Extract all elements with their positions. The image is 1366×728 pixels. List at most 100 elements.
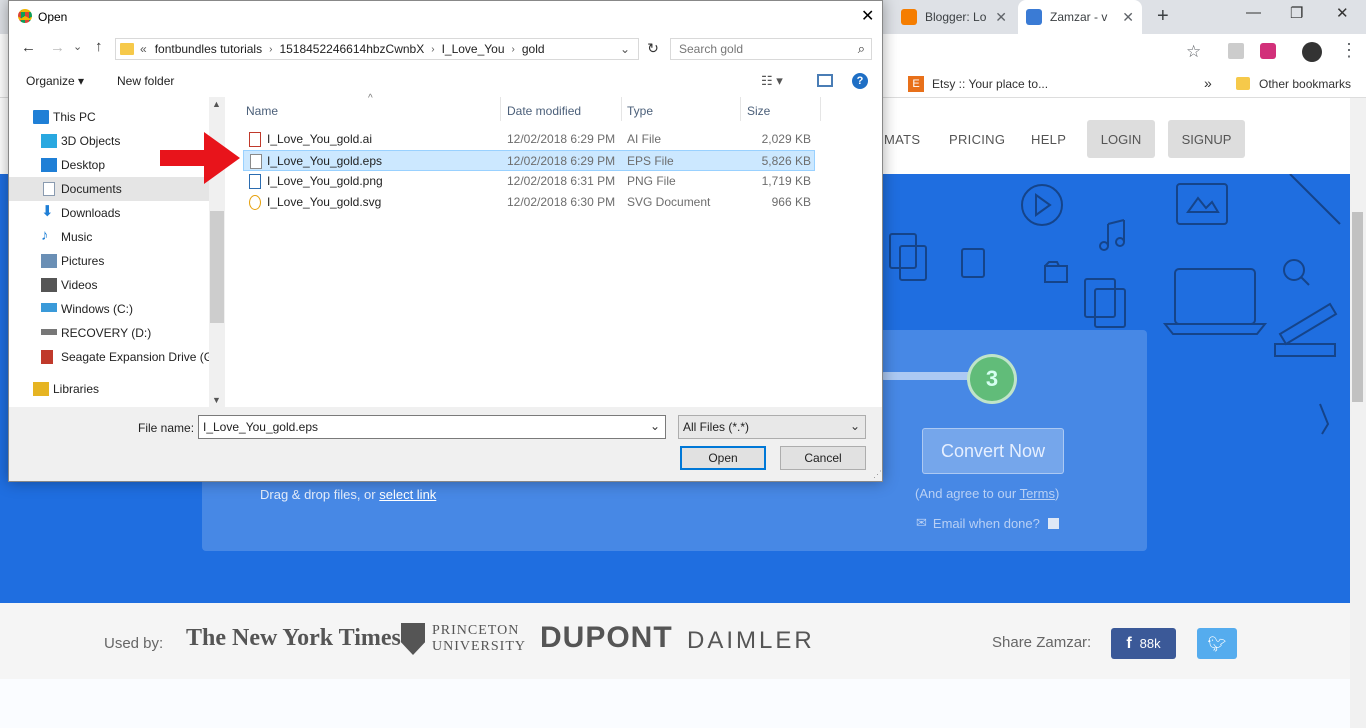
- nav-help[interactable]: HELP: [1031, 132, 1066, 147]
- file-type-select[interactable]: All Files (*.*) ⌄: [678, 415, 866, 439]
- breadcrumb-item[interactable]: I_Love_You: [442, 42, 505, 56]
- file-size: 5,826 KB: [761, 154, 811, 168]
- extension-icon[interactable]: [1260, 43, 1276, 59]
- file-row[interactable]: I_Love_You_gold.png 12/02/2018 6:31 PM P…: [243, 171, 815, 192]
- chevron-right-icon[interactable]: ›: [431, 44, 434, 55]
- page-footer: [0, 679, 1350, 728]
- organize-menu[interactable]: Organize ▾: [26, 74, 84, 88]
- nav-item-this-pc[interactable]: This PC: [9, 105, 209, 129]
- videos-icon: [41, 278, 57, 292]
- nav-item-downloads[interactable]: ⬇ Downloads: [9, 201, 209, 225]
- chevron-down-icon[interactable]: ⌄: [850, 419, 860, 433]
- column-header-type[interactable]: Type: [627, 104, 653, 118]
- dialog-close-icon[interactable]: ✕: [861, 6, 874, 26]
- chevron-right-icon[interactable]: ›: [269, 44, 272, 55]
- breadcrumb-item[interactable]: 1518452246614hbzCwnbX: [279, 42, 424, 56]
- file-date: 12/02/2018 6:30 PM: [507, 195, 616, 209]
- libraries-icon: [33, 382, 49, 396]
- column-separator[interactable]: [621, 97, 622, 121]
- bookmark-etsy[interactable]: Etsy :: Your place to...: [932, 77, 1048, 91]
- file-type: SVG Document: [627, 195, 711, 209]
- recent-dropdown-icon[interactable]: ⌄: [73, 40, 82, 53]
- nav-item-music[interactable]: ♪ Music: [9, 225, 209, 249]
- breadcrumb-overflow[interactable]: «: [140, 42, 147, 56]
- page-scrollbar[interactable]: [1350, 98, 1366, 728]
- scroll-down-icon[interactable]: ▼: [212, 395, 221, 405]
- facebook-count: 88k: [1139, 636, 1161, 651]
- chevron-right-icon[interactable]: ›: [512, 44, 515, 55]
- column-separator[interactable]: [740, 97, 741, 121]
- file-name: I_Love_You_gold.png: [267, 174, 383, 188]
- nav-item-pictures[interactable]: Pictures: [9, 249, 209, 273]
- tab-blogger[interactable]: Blogger: Lo ✕: [893, 0, 1015, 34]
- address-bar[interactable]: « fontbundles tutorials › 1518452246614h…: [115, 38, 639, 60]
- envelope-icon: ✉: [916, 515, 927, 530]
- nav-item-recovery-d[interactable]: RECOVERY (D:): [9, 321, 209, 345]
- minimize-icon[interactable]: —: [1246, 4, 1261, 21]
- tab-zamzar[interactable]: Zamzar - v ✕: [1018, 0, 1142, 34]
- column-header-size[interactable]: Size: [747, 104, 770, 118]
- cancel-button[interactable]: Cancel: [780, 446, 866, 470]
- close-icon[interactable]: ✕: [1122, 9, 1134, 26]
- nav-pricing[interactable]: PRICING: [949, 132, 1005, 147]
- new-folder-button[interactable]: New folder: [117, 74, 174, 88]
- nav-item-seagate-g[interactable]: Seagate Expansion Drive (G:: [9, 345, 209, 369]
- login-button[interactable]: LOGIN: [1087, 120, 1155, 158]
- window-close-icon[interactable]: ✕: [1336, 4, 1349, 22]
- page-scrollbar-thumb[interactable]: [1352, 212, 1363, 402]
- file-row[interactable]: I_Love_You_gold.svg 12/02/2018 6:30 PM S…: [243, 192, 815, 213]
- select-link[interactable]: select link: [379, 487, 436, 502]
- nav-formats[interactable]: MATS: [884, 132, 920, 147]
- signup-button[interactable]: SIGNUP: [1168, 120, 1245, 158]
- bookmark-other[interactable]: Other bookmarks: [1259, 77, 1351, 91]
- open-button[interactable]: Open: [680, 446, 766, 470]
- refresh-icon[interactable]: ↻: [643, 40, 663, 60]
- drag-drop-text: Drag & drop files, or select link: [260, 487, 436, 502]
- view-options-icon[interactable]: ☷ ▾: [761, 73, 783, 89]
- forward-icon[interactable]: →: [50, 39, 65, 56]
- princeton-shield-icon: [401, 623, 425, 655]
- new-tab-button[interactable]: +: [1157, 5, 1169, 28]
- resize-grip-icon[interactable]: ⋰: [873, 469, 882, 480]
- scroll-up-icon[interactable]: ▲: [212, 99, 221, 109]
- search-placeholder: Search gold: [679, 42, 744, 56]
- preview-pane-icon[interactable]: [817, 74, 833, 87]
- nav-item-videos[interactable]: Videos: [9, 273, 209, 297]
- bookmark-star-icon[interactable]: ☆: [1186, 42, 1201, 62]
- avatar[interactable]: [1302, 42, 1322, 62]
- nav-item-windows-c[interactable]: Windows (C:): [9, 297, 209, 321]
- search-input[interactable]: Search gold ⌕: [670, 38, 872, 60]
- column-separator[interactable]: [500, 97, 501, 121]
- maximize-icon[interactable]: ❐: [1290, 4, 1303, 22]
- nav-item-label: 3D Objects: [61, 134, 121, 148]
- dupont-logo: DUPONT: [540, 621, 673, 654]
- nav-item-label: RECOVERY (D:): [61, 326, 152, 340]
- file-row[interactable]: I_Love_You_gold.ai 12/02/2018 6:29 PM AI…: [243, 129, 815, 150]
- extension-icon[interactable]: [1228, 43, 1244, 59]
- menu-icon[interactable]: ⋮: [1340, 40, 1358, 61]
- file-name-input[interactable]: I_Love_You_gold.eps ⌄: [198, 415, 666, 439]
- cube-icon: [41, 134, 57, 148]
- column-separator[interactable]: [820, 97, 821, 121]
- column-header-name[interactable]: Name: [246, 104, 278, 118]
- search-icon[interactable]: ⌕: [858, 41, 865, 57]
- breadcrumb-item[interactable]: fontbundles tutorials: [155, 42, 262, 56]
- usb-drive-icon: [41, 350, 53, 364]
- terms-link[interactable]: Terms: [1020, 486, 1055, 501]
- facebook-share-button[interactable]: f 88k: [1111, 628, 1176, 659]
- column-header-date[interactable]: Date modified: [507, 104, 581, 118]
- close-icon[interactable]: ✕: [995, 9, 1007, 26]
- up-icon[interactable]: ↑: [95, 38, 103, 55]
- twitter-share-button[interactable]: 🐦︎: [1197, 628, 1237, 659]
- bookmarks-overflow[interactable]: »: [1204, 75, 1212, 91]
- nav-scrollbar-thumb[interactable]: [210, 211, 224, 323]
- convert-now-button[interactable]: Convert Now: [922, 428, 1064, 474]
- nav-item-libraries[interactable]: Libraries: [9, 377, 209, 401]
- email-checkbox[interactable]: [1047, 517, 1059, 529]
- breadcrumb-item[interactable]: gold: [522, 42, 545, 56]
- back-icon[interactable]: ←: [21, 39, 36, 56]
- file-row-selected[interactable]: I_Love_You_gold.eps 12/02/2018 6:29 PM E…: [243, 150, 815, 171]
- chevron-down-icon[interactable]: ⌄: [650, 419, 660, 433]
- help-icon[interactable]: ?: [852, 73, 868, 89]
- chevron-down-icon[interactable]: ⌄: [620, 42, 630, 56]
